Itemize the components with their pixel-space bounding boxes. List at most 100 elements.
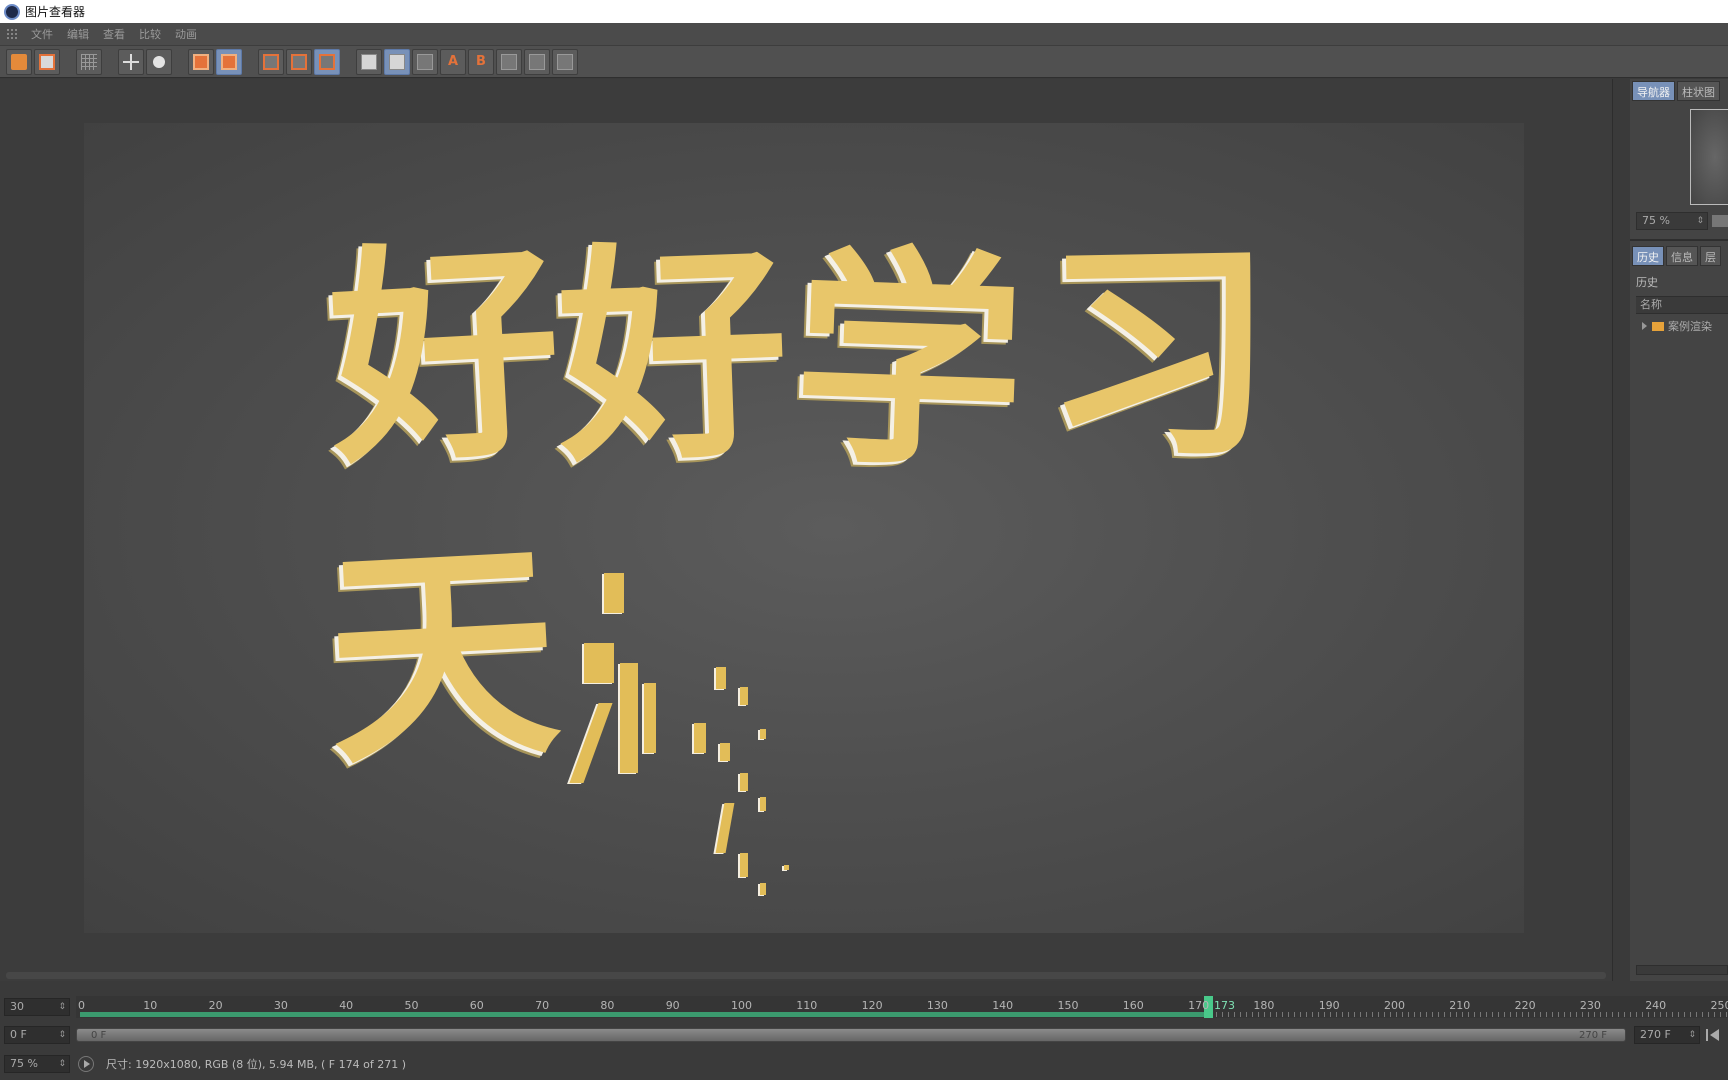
- menu-compare[interactable]: 比较: [132, 26, 168, 42]
- toolbar-group-grid: [76, 48, 104, 75]
- timeline-area: 30 ⇕ 173 0 10 20 30 40 50 60 70 80 90 100 110 120 130…: [0, 981, 1728, 1080]
- fps-field[interactable]: 30 ⇕: [4, 998, 70, 1016]
- panel-scrollbar[interactable]: [1636, 965, 1728, 975]
- timeline-tick-label: 50: [404, 999, 419, 1012]
- frame-icon: [263, 53, 279, 70]
- column-header-name[interactable]: 名称: [1636, 296, 1728, 314]
- current-frame-value: 0 F: [10, 1028, 27, 1041]
- set-b-icon: B: [476, 53, 486, 69]
- layer-list-button[interactable]: [216, 48, 242, 75]
- open-folder-icon: [11, 53, 27, 70]
- crosshair-icon: [123, 53, 139, 70]
- timeline-tick-label: 240: [1645, 999, 1667, 1012]
- panel-splitter[interactable]: [1612, 79, 1630, 981]
- menu-edit[interactable]: 编辑: [60, 26, 96, 42]
- toolbar-group-compare: A B: [356, 48, 580, 75]
- timeline-progress-bar: [80, 1012, 1210, 1017]
- tab-histogram[interactable]: 柱状图: [1677, 81, 1720, 101]
- render-char-4: 习: [1041, 220, 1277, 491]
- menu-file[interactable]: 文件: [24, 26, 60, 42]
- status-zoom-value: 75 %: [10, 1057, 38, 1070]
- timeline-remaining-ticks: [1210, 1012, 1728, 1017]
- menu-view[interactable]: 查看: [96, 26, 132, 42]
- timeline-tick-label: 120: [861, 999, 883, 1012]
- compare-mid-button[interactable]: [524, 48, 550, 75]
- set-b-button[interactable]: B: [468, 48, 494, 75]
- shard: [716, 667, 726, 689]
- timeline-tick-label: 90: [665, 999, 680, 1012]
- render-char-3: 学: [789, 226, 1029, 501]
- fps-value: 30: [10, 1000, 24, 1013]
- ab-button[interactable]: [356, 48, 382, 75]
- timeline-tick-label: 150: [1057, 999, 1079, 1012]
- tab-layer[interactable]: 层: [1700, 246, 1721, 266]
- spinner-icon: ⇕: [1688, 1030, 1696, 1040]
- list-item[interactable]: 案例渲染: [1642, 318, 1712, 334]
- navigator-thumbnail[interactable]: [1690, 109, 1728, 205]
- navigator-zoom-slider[interactable]: [1712, 215, 1728, 227]
- timeline-tick-label: 210: [1449, 999, 1471, 1012]
- timeline-tick-label: 70: [535, 999, 550, 1012]
- timeline-range-row: 0 F ⇕ 0 F 270 F 270 F ⇕: [0, 1024, 1728, 1046]
- layer-button[interactable]: [188, 48, 214, 75]
- frame-eye-icon: [291, 53, 307, 70]
- tab-info[interactable]: 信息: [1666, 246, 1698, 266]
- shard: [694, 723, 706, 753]
- ab-split-button[interactable]: [384, 48, 410, 75]
- open-button[interactable]: [6, 48, 32, 75]
- save-button[interactable]: [34, 48, 60, 75]
- image-viewer-window: 图片查看器 文件 编辑 查看 比较 动画 A B 好 好 学 习 天 导航器 柱…: [0, 0, 1728, 1080]
- shard: [740, 853, 748, 877]
- navigator-zoom-field[interactable]: 75 % ⇕: [1636, 212, 1708, 230]
- ab-compare-icon: [361, 53, 377, 70]
- render-char-1: 好: [323, 218, 567, 497]
- frame-multi-icon: [319, 53, 335, 70]
- timeline-tick-label: 230: [1579, 999, 1601, 1012]
- current-frame-field[interactable]: 0 F ⇕: [4, 1026, 70, 1044]
- timeline-tick-label: 170: [1188, 999, 1210, 1012]
- history-item-label: 案例渲染: [1668, 320, 1712, 333]
- shard: [740, 773, 748, 791]
- render-char-5: 天: [321, 518, 565, 797]
- timeline-tick-label: 80: [600, 999, 615, 1012]
- toolbar-group-frames: [258, 48, 342, 75]
- status-zoom-field[interactable]: 75 % ⇕: [4, 1055, 70, 1073]
- timeline-tick-label: 180: [1253, 999, 1275, 1012]
- frame-range-slider[interactable]: 0 F 270 F: [76, 1028, 1626, 1042]
- grid-button[interactable]: [76, 48, 102, 75]
- crosshair-button[interactable]: [118, 48, 144, 75]
- tab-navigator[interactable]: 导航器: [1632, 81, 1675, 101]
- compare-left-button[interactable]: [496, 48, 522, 75]
- status-bar: 75 % ⇕ 尺寸: 1920x1080, RGB (8 位), 5.94 MB…: [0, 1052, 1728, 1076]
- frame-button-2[interactable]: [286, 48, 312, 75]
- spinner-icon: ⇕: [58, 1059, 66, 1069]
- tab-history[interactable]: 历史: [1632, 246, 1664, 266]
- ab-swap-button[interactable]: [412, 48, 438, 75]
- play-icon[interactable]: [78, 1056, 94, 1072]
- end-frame-value: 270 F: [1640, 1028, 1671, 1041]
- image-info-text: 尺寸: 1920x1080, RGB (8 位), 5.94 MB, ( F 1…: [106, 1058, 406, 1071]
- shard: [715, 803, 735, 853]
- toolbar-group-file: [6, 48, 62, 75]
- image-viewport[interactable]: 好 好 学 习 天: [0, 79, 1612, 981]
- viewport-horizontal-scrollbar[interactable]: [6, 972, 1606, 979]
- skip-to-start-icon[interactable]: [1706, 1029, 1720, 1041]
- frame-button-3[interactable]: [314, 48, 340, 75]
- timeline-tick-label: 100: [731, 999, 752, 1012]
- set-a-button[interactable]: A: [440, 48, 466, 75]
- expand-arrow-icon[interactable]: [1642, 322, 1647, 330]
- compare-right-button[interactable]: [552, 48, 578, 75]
- range-end-label: 270 F: [1578, 1030, 1607, 1041]
- layer-list-icon: [221, 53, 237, 70]
- toolbar-group-view: [118, 48, 174, 75]
- end-frame-field[interactable]: 270 F ⇕: [1634, 1026, 1700, 1044]
- timeline-ruler[interactable]: 173 0 10 20 30 40 50 60 70 80 90 100 110 120 130 140 15…: [76, 996, 1728, 1018]
- pick-button[interactable]: [146, 48, 172, 75]
- navigator-zoom-value: 75 %: [1642, 214, 1670, 227]
- menu-animation[interactable]: 动画: [168, 26, 204, 42]
- frame-button-1[interactable]: [258, 48, 284, 75]
- toolbar-group-layers: [188, 48, 244, 75]
- menu-bar: 文件 编辑 查看 比较 动画: [0, 23, 1728, 46]
- timeline-tick-label: 20: [208, 999, 223, 1012]
- timeline-tick-label: 40: [339, 999, 354, 1012]
